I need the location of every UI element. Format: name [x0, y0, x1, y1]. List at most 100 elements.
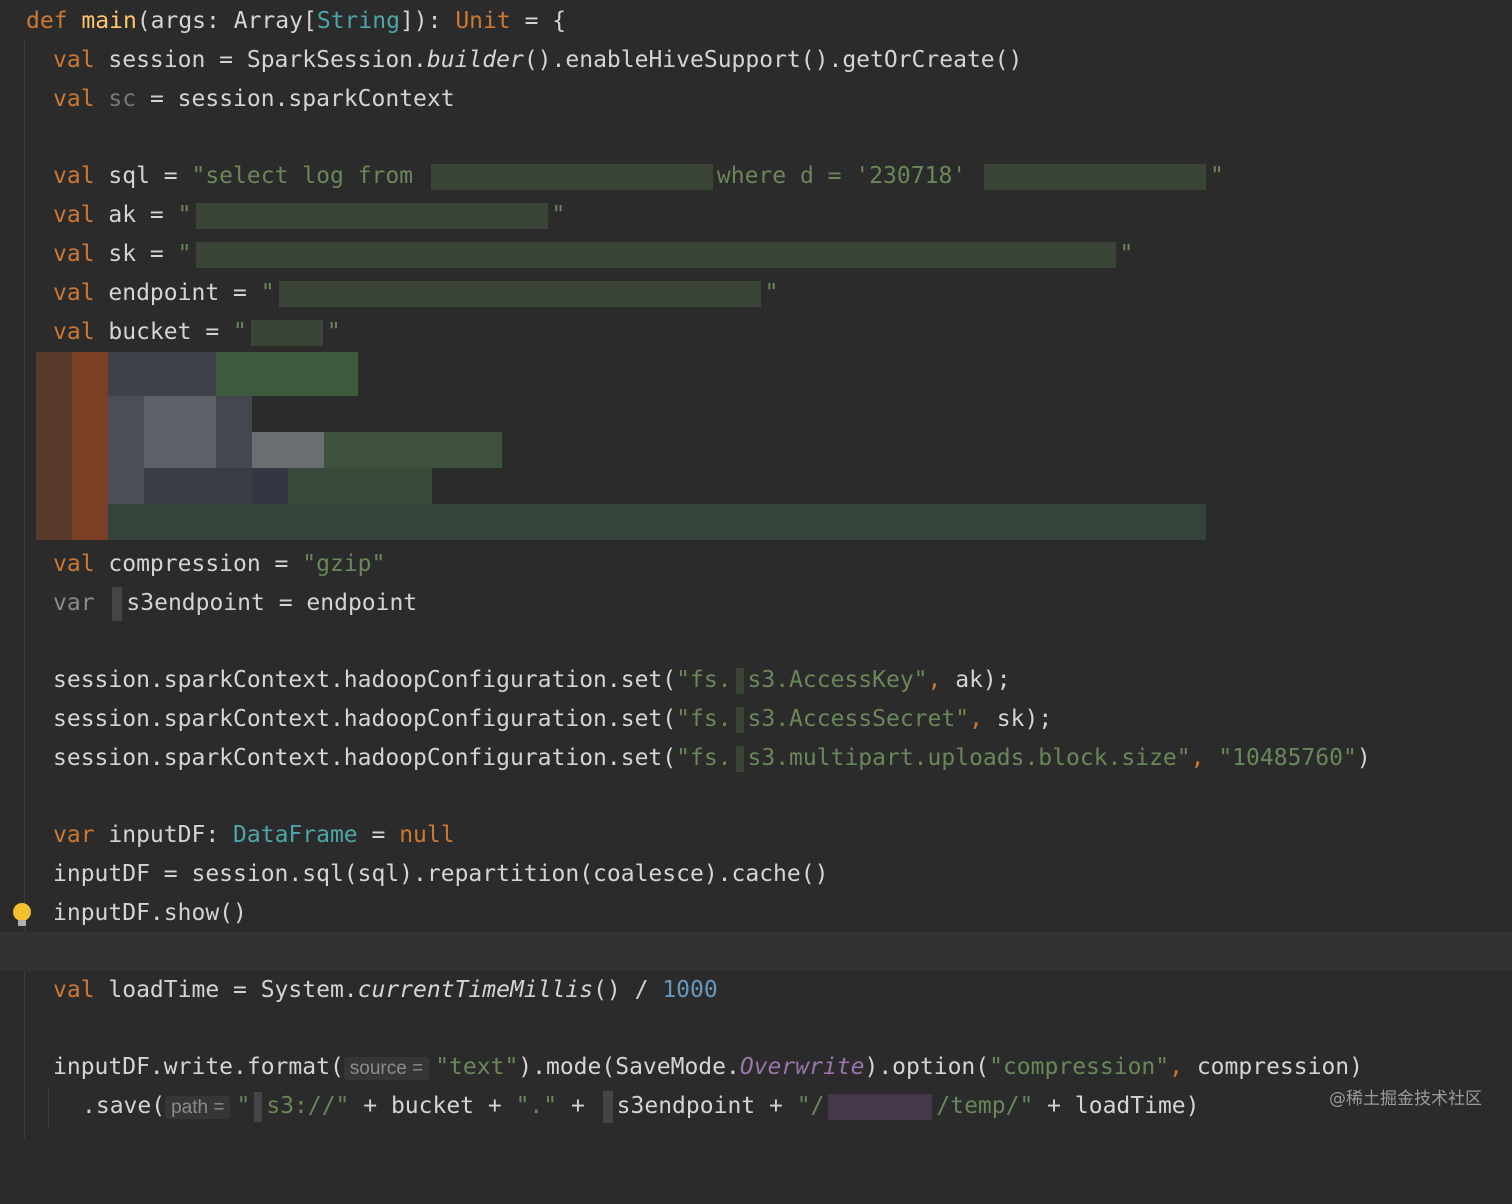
code-line[interactable]: session.sparkContext.hadoopConfiguration…: [0, 700, 1512, 739]
code-line[interactable]: session.sparkContext.hadoopConfiguration…: [0, 661, 1512, 700]
code-text: = {: [510, 8, 567, 34]
redacted-block: [254, 1091, 263, 1122]
watermark: @稀土掘金技术社区: [1329, 1089, 1482, 1109]
mosaic-cell: [108, 352, 216, 396]
pixelated-redaction: [36, 352, 1206, 540]
string-literal: ": [177, 202, 192, 228]
code-line[interactable]: val sk = " ": [0, 235, 1512, 274]
function-name: main: [81, 8, 137, 34]
mosaic-cell: [288, 468, 432, 504]
comma: ,: [1169, 1054, 1197, 1080]
lightbulb-glass: [13, 903, 31, 921]
unused-variable: sc: [108, 86, 137, 112]
code-text: [: [302, 8, 317, 34]
code-text: inputDF = session.sql(sql).repartition(c…: [53, 861, 829, 887]
mosaic-cell: [252, 468, 288, 504]
code-text: loadTime = System.: [94, 977, 358, 1003]
code-text: sk =: [94, 241, 178, 267]
string-literal: ": [326, 319, 341, 345]
return-type: Unit: [455, 8, 511, 34]
parameter-hint: path =: [165, 1096, 231, 1119]
string-literal: ": [1119, 241, 1134, 267]
string-literal: "compression": [989, 1054, 1170, 1080]
keyword: def: [26, 8, 68, 34]
code-text: ).mode(SaveMode.: [518, 1054, 740, 1080]
code-text: s3endpoint +: [616, 1093, 797, 1119]
redacted-block: [984, 163, 1206, 190]
redacted-block: [735, 667, 744, 694]
string-literal: ": [260, 280, 275, 306]
mosaic-cell: [216, 396, 252, 468]
code-text: endpoint =: [94, 280, 261, 306]
current-line-highlight[interactable]: [0, 932, 1512, 971]
code-line[interactable]: var s3endpoint = endpoint: [0, 584, 1512, 623]
code-line[interactable]: inputDF.write.format(source = "text").mod…: [0, 1048, 1512, 1087]
code-text: +: [557, 1093, 599, 1119]
static-method: builder: [426, 47, 524, 73]
string-literal: "fs.: [676, 667, 732, 693]
code-line[interactable]: val sql = "select log from where d = '23…: [0, 157, 1512, 196]
keyword: val: [53, 551, 95, 577]
code-text: ): [1356, 745, 1371, 771]
type-parameter: String: [316, 8, 400, 34]
string-literal: ".": [515, 1093, 558, 1119]
string-literal: "fs.: [676, 706, 732, 732]
code-line[interactable]: def main(args: Array[String]): Unit = {: [0, 2, 1512, 41]
string-literal: "text": [435, 1054, 519, 1080]
string-literal: ": [764, 280, 779, 306]
string-literal: "gzip": [302, 551, 386, 577]
code-text: =: [357, 822, 400, 848]
mosaic-cell: [36, 352, 72, 540]
keyword: val: [53, 47, 95, 73]
keyword: val: [53, 163, 95, 189]
parameter-hint: source =: [343, 1057, 430, 1080]
code-line[interactable]: val bucket = " ": [0, 313, 1512, 352]
redacted-block: [250, 319, 323, 346]
string-literal: where d = '230718': [716, 163, 980, 189]
code-text: inputDF.write.format(: [53, 1054, 344, 1080]
string-literal: s3.AccessSecret": [747, 706, 970, 732]
code-line[interactable]: inputDF = session.sql(sql).repartition(c…: [0, 855, 1512, 894]
string-literal: ": [177, 241, 192, 267]
mosaic-cell: [324, 432, 502, 468]
string-literal: ": [236, 1093, 251, 1119]
code-line[interactable]: val compression = "gzip": [0, 545, 1512, 584]
comma: ,: [1190, 745, 1219, 771]
code-line[interactable]: val session = SparkSession.builder().ena…: [0, 41, 1512, 80]
type-name: Array: [233, 8, 303, 34]
code-line[interactable]: val ak = " ": [0, 196, 1512, 235]
keyword: null: [399, 822, 455, 848]
string-literal: ": [233, 319, 247, 345]
redacted-block: [735, 706, 744, 733]
redacted-block: [195, 241, 1116, 268]
redacted-block: [602, 1090, 613, 1123]
string-literal: ": [551, 202, 566, 228]
code-line[interactable]: .save(path = " s3://" + bucket + "." + s3e…: [0, 1087, 1512, 1126]
code-text: s3endpoint = endpoint: [126, 590, 418, 616]
mosaic-cell: [108, 504, 1206, 540]
code-text: session.sparkContext.hadoopConfiguration…: [53, 667, 677, 693]
code-text: session.sparkContext.hadoopConfiguration…: [53, 745, 677, 771]
code-text: compression =: [94, 551, 303, 577]
code-editor[interactable]: def main(args: Array[String]): Unit = { …: [0, 0, 1512, 1139]
keyword: val: [53, 86, 95, 112]
code-line[interactable]: session.sparkContext.hadoopConfiguration…: [0, 739, 1512, 778]
code-text: sk);: [996, 706, 1053, 732]
code-line[interactable]: val sc = session.sparkContext: [0, 80, 1512, 119]
mosaic-cell: [72, 352, 108, 540]
code-line[interactable]: val loadTime = System.currentTimeMillis(…: [0, 971, 1512, 1010]
string-literal: s3.AccessKey": [747, 667, 928, 693]
keyword: var: [53, 590, 95, 616]
string-literal: /temp/": [936, 1093, 1034, 1119]
string-literal: "fs.: [676, 745, 732, 771]
code-text: sql =: [94, 163, 192, 189]
mosaic-cell: [144, 396, 216, 468]
code-text: compression): [1196, 1054, 1363, 1080]
code-line[interactable]: var inputDF: DataFrame = null: [0, 816, 1512, 855]
code-line[interactable]: val endpoint = " ": [0, 274, 1512, 313]
code-text: ak);: [955, 667, 1011, 693]
string-literal: "select log from: [191, 163, 427, 189]
code-line[interactable]: inputDF.show(): [0, 894, 1512, 933]
lightbulb-icon[interactable]: [12, 902, 32, 928]
string-literal: ": [1210, 163, 1224, 189]
